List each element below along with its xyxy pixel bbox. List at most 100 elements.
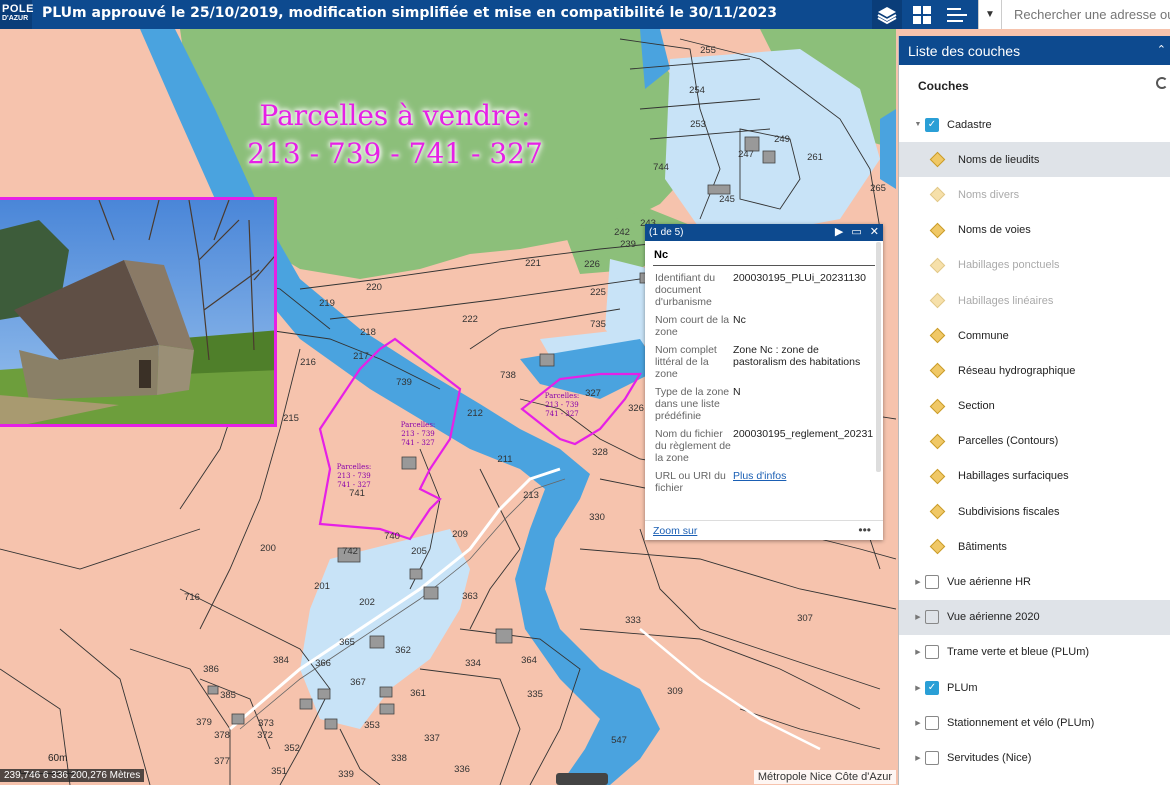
popup-attribute-row: Nom du fichier du règlement de la zone 20… [655, 428, 875, 464]
layer-item[interactable]: ▶ Trame verte et bleue (PLUm) [899, 635, 1170, 670]
parcel-number: 363 [462, 591, 478, 602]
layer-item[interactable]: Habillages surfaciques [899, 459, 1170, 494]
parcel-number: 366 [315, 658, 331, 669]
layer-visibility-checkbox[interactable] [925, 645, 939, 660]
layer-list-header: Liste des couches ⌃ [899, 36, 1170, 65]
next-feature-icon[interactable]: ▶ [835, 225, 843, 238]
layer-visibility-checkbox[interactable] [925, 715, 939, 730]
more-actions-button[interactable]: ••• [858, 523, 871, 537]
layer-item[interactable]: Bâtiments [899, 529, 1170, 564]
map-view[interactable]: Parcelles: 213 - 739 741 - 327 Parcelles… [0, 29, 896, 785]
coordinates-readout: 239,746 6 336 200,276 Mètres [0, 769, 145, 782]
parcel-number: 217 [353, 351, 369, 362]
popup-attribute-row: Nom complet littéral de la zone Zone Nc :… [655, 344, 875, 380]
layers-section-header: Couches [899, 65, 1170, 107]
parcel-number: 225 [590, 287, 606, 298]
parcel-number: 200 [260, 543, 276, 554]
sublayer-diamond-icon [929, 152, 946, 168]
parcel-number: 209 [452, 529, 468, 540]
layer-item[interactable]: Réseau hydrographique [899, 353, 1170, 388]
legend-button[interactable] [942, 0, 972, 29]
metropole-logo[interactable]: POLE D'AZUR [0, 0, 33, 29]
layer-item[interactable]: Commune [899, 318, 1170, 353]
layer-item[interactable]: Noms divers [899, 177, 1170, 212]
parcel-number: 334 [465, 658, 481, 669]
layer-item[interactable]: Parcelles (Contours) [899, 424, 1170, 459]
layer-visibility-checkbox[interactable] [925, 750, 939, 765]
parcel-number: 365 [339, 637, 355, 648]
parcel-number: 249 [774, 134, 790, 145]
parcel-number: 328 [592, 447, 608, 458]
caret-right-icon[interactable]: ▶ [911, 648, 925, 656]
parcel-number: 367 [350, 677, 366, 688]
layer-label: Cadastre [947, 118, 992, 131]
parcel-number: 219 [319, 298, 335, 309]
refresh-icon[interactable] [1156, 77, 1168, 89]
layer-item[interactable]: Subdivisions fiscales [899, 494, 1170, 529]
parcel-number: 744 [653, 162, 669, 173]
layer-label: Noms de lieudits [958, 153, 1040, 166]
parcel-number: 254 [689, 85, 705, 96]
layers-button[interactable] [872, 0, 902, 29]
collapse-icon[interactable]: ⌃ [1157, 43, 1166, 56]
zoom-to-link[interactable]: Zoom sur [653, 525, 697, 537]
parcel-number: 735 [590, 319, 606, 330]
layer-visibility-checkbox[interactable]: ✓ [925, 680, 939, 695]
close-icon[interactable]: ✕ [870, 225, 879, 238]
layer-item[interactable]: Habillages ponctuels [899, 248, 1170, 283]
layer-label: Noms divers [958, 188, 1020, 201]
parcel-number: 215 [283, 413, 299, 424]
popup-attributes: Identifiant du document d'urbanisme 20003… [645, 266, 883, 516]
attribute-value: 200030195_reglement_20231 [733, 428, 874, 440]
caret-right-icon[interactable]: ▶ [911, 613, 925, 621]
layer-visibility-checkbox[interactable] [925, 610, 939, 625]
sublayer-diamond-icon [929, 398, 946, 414]
parcel-number: 742 [342, 546, 358, 557]
layer-item[interactable]: ▶ Vue aérienne 2020 [899, 599, 1170, 635]
caret-right-icon[interactable]: ▶ [911, 719, 925, 727]
layer-item[interactable]: ▶ Servitudes (Nice) [899, 740, 1170, 775]
layer-item[interactable]: Noms de lieudits [899, 142, 1170, 178]
search-source-dropdown[interactable]: ▼ [979, 0, 1002, 29]
svg-text:213 - 739: 213 - 739 [545, 401, 579, 409]
layer-label: Habillages surfaciques [958, 470, 1069, 483]
layer-item[interactable]: ▼ ✓ Cadastre [899, 107, 1170, 142]
parcel-number: 351 [271, 766, 287, 777]
layer-item[interactable]: ▶ Stationnement et vélo (PLUm) [899, 705, 1170, 740]
app-title: PLUm approuvé le 25/10/2019, modificatio… [42, 5, 777, 21]
sale-heading: Parcelles à vendre: 213 - 739 - 741 - 32… [230, 97, 560, 173]
basemap-gallery-button[interactable] [907, 0, 937, 29]
svg-text:213 - 739: 213 - 739 [401, 430, 435, 438]
caret-down-icon[interactable]: ▼ [911, 121, 925, 128]
caret-right-icon[interactable]: ▶ [911, 754, 925, 762]
layer-item[interactable]: ▶ Vue aérienne HR [899, 564, 1170, 599]
layer-visibility-checkbox[interactable]: ✓ [925, 117, 939, 132]
parcel-number: 218 [360, 327, 376, 338]
svg-text:Parcelles:: Parcelles: [401, 421, 436, 429]
more-info-link[interactable]: Plus d'infos [733, 470, 786, 482]
caret-right-icon[interactable]: ▶ [911, 578, 925, 586]
layer-label: Commune [958, 329, 1009, 342]
search-input[interactable] [1002, 7, 1170, 22]
parcel-number: 337 [424, 733, 440, 744]
layer-item[interactable]: Habillages linéaires [899, 283, 1170, 318]
layer-visibility-checkbox[interactable] [925, 575, 939, 590]
layer-label: PLUm [947, 681, 978, 694]
layer-item[interactable]: Section [899, 389, 1170, 424]
scale-label: 60m [48, 753, 68, 764]
maximize-icon[interactable]: ▭ [851, 225, 861, 238]
parcel-number: 339 [338, 769, 354, 780]
attribute-key: Nom complet littéral de la zone [655, 344, 717, 380]
parcel-number: 372 [257, 730, 273, 741]
layer-item[interactable]: Noms de voies [899, 213, 1170, 248]
barn-photo-image [0, 200, 274, 424]
sublayer-diamond-icon [929, 292, 946, 309]
top-bar: POLE D'AZUR PLUm approuvé le 25/10/2019,… [0, 0, 1170, 29]
layer-label: Parcelles (Contours) [958, 435, 1059, 448]
popup-scrollbar[interactable] [876, 242, 881, 472]
caret-right-icon[interactable]: ▶ [911, 684, 925, 692]
parcel-number: 265 [870, 183, 886, 194]
feature-popup: (1 de 5) ▶ ▭ ✕ Nc Identifiant du documen… [645, 224, 883, 540]
parcel-number: 221 [525, 258, 541, 269]
layer-item[interactable]: ▶ ✓ PLUm [899, 670, 1170, 705]
